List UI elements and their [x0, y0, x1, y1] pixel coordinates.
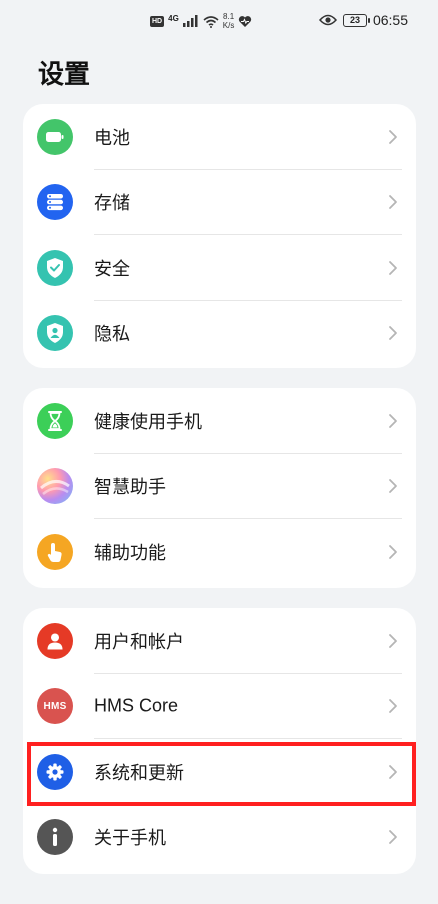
status-bar-right: 23 06:55 [318, 12, 408, 28]
settings-item-privacy[interactable]: 隐私 [23, 301, 416, 367]
settings-item-label: HMS Core [94, 695, 179, 716]
settings-item-label: 健康使用手机 [94, 411, 202, 433]
settings-group-2: 健康使用手机 智慧助手 辅助功能 [23, 388, 416, 588]
settings-item-label: 电池 [94, 127, 130, 149]
battery-level: 23 [349, 15, 360, 25]
settings-group-3: 用户和帐户 HMS HMS Core 系统和更新 关于手机 [23, 608, 416, 874]
gear-icon [37, 753, 73, 790]
chevron-right-icon [389, 479, 397, 494]
settings-item-accessibility[interactable]: 辅助功能 [23, 519, 416, 585]
shield-icon [37, 249, 73, 286]
chevron-right-icon [389, 633, 397, 648]
status-bar-left: HD 4G 8.1 K/s [150, 12, 252, 30]
hms-icon: HMS [37, 688, 73, 725]
clock: 06:55 [372, 12, 408, 28]
settings-item-system-update[interactable]: 系统和更新 [23, 739, 416, 805]
signal-icon [182, 15, 198, 27]
network-speed: 8.1 K/s [223, 12, 235, 30]
settings-item-label: 辅助功能 [94, 542, 166, 564]
storage-icon [37, 184, 73, 221]
settings-item-digital-balance[interactable]: 健康使用手机 [23, 388, 416, 454]
chevron-right-icon [389, 764, 397, 779]
battery-indicator: 23 [342, 13, 370, 27]
settings-item-label: 安全 [94, 258, 130, 280]
chevron-right-icon [389, 699, 397, 714]
privacy-icon [37, 315, 73, 352]
speed-value: 8.1 [223, 12, 235, 21]
hand-pointer-icon [37, 533, 73, 570]
settings-item-label: 智慧助手 [94, 477, 166, 499]
heart-health-icon [239, 15, 252, 27]
settings-item-label: 隐私 [94, 324, 130, 346]
chevron-right-icon [389, 129, 397, 144]
chevron-right-icon [389, 260, 397, 275]
chevron-right-icon [389, 544, 397, 559]
settings-item-about-phone[interactable]: 关于手机 [23, 805, 416, 871]
settings-group-1: 电池 存储 安全 隐私 [23, 104, 416, 368]
battery-icon [37, 118, 73, 155]
info-icon [37, 819, 73, 856]
speed-unit: K/s [222, 21, 235, 30]
settings-item-security[interactable]: 安全 [23, 235, 416, 301]
page-title: 设置 [38, 60, 91, 90]
settings-item-storage[interactable]: 存储 [23, 170, 416, 235]
settings-item-label: 用户和帐户 [94, 631, 184, 653]
status-bar: HD 4G 8.1 K/s 23 06:55 [0, 0, 438, 40]
user-icon [37, 622, 73, 659]
wifi-icon [203, 15, 219, 28]
hourglass-icon [37, 402, 73, 439]
network-type: 4G [168, 13, 179, 23]
chevron-right-icon [389, 413, 397, 428]
hd-badge: HD [150, 15, 165, 27]
assistant-orb-icon [37, 468, 73, 505]
chevron-right-icon [389, 830, 397, 845]
settings-item-label: 存储 [94, 193, 130, 215]
chevron-right-icon [389, 326, 397, 341]
chevron-right-icon [389, 195, 397, 210]
settings-item-battery[interactable]: 电池 [23, 104, 416, 170]
settings-item-users-accounts[interactable]: 用户和帐户 [23, 608, 416, 674]
settings-item-label: 系统和更新 [94, 762, 184, 784]
settings-item-label: 关于手机 [94, 828, 166, 850]
settings-item-smart-assistant[interactable]: 智慧助手 [23, 454, 416, 519]
hms-icon-text: HMS [43, 700, 67, 712]
eye-comfort-icon [318, 14, 337, 26]
settings-item-hms-core[interactable]: HMS HMS Core [23, 674, 416, 739]
